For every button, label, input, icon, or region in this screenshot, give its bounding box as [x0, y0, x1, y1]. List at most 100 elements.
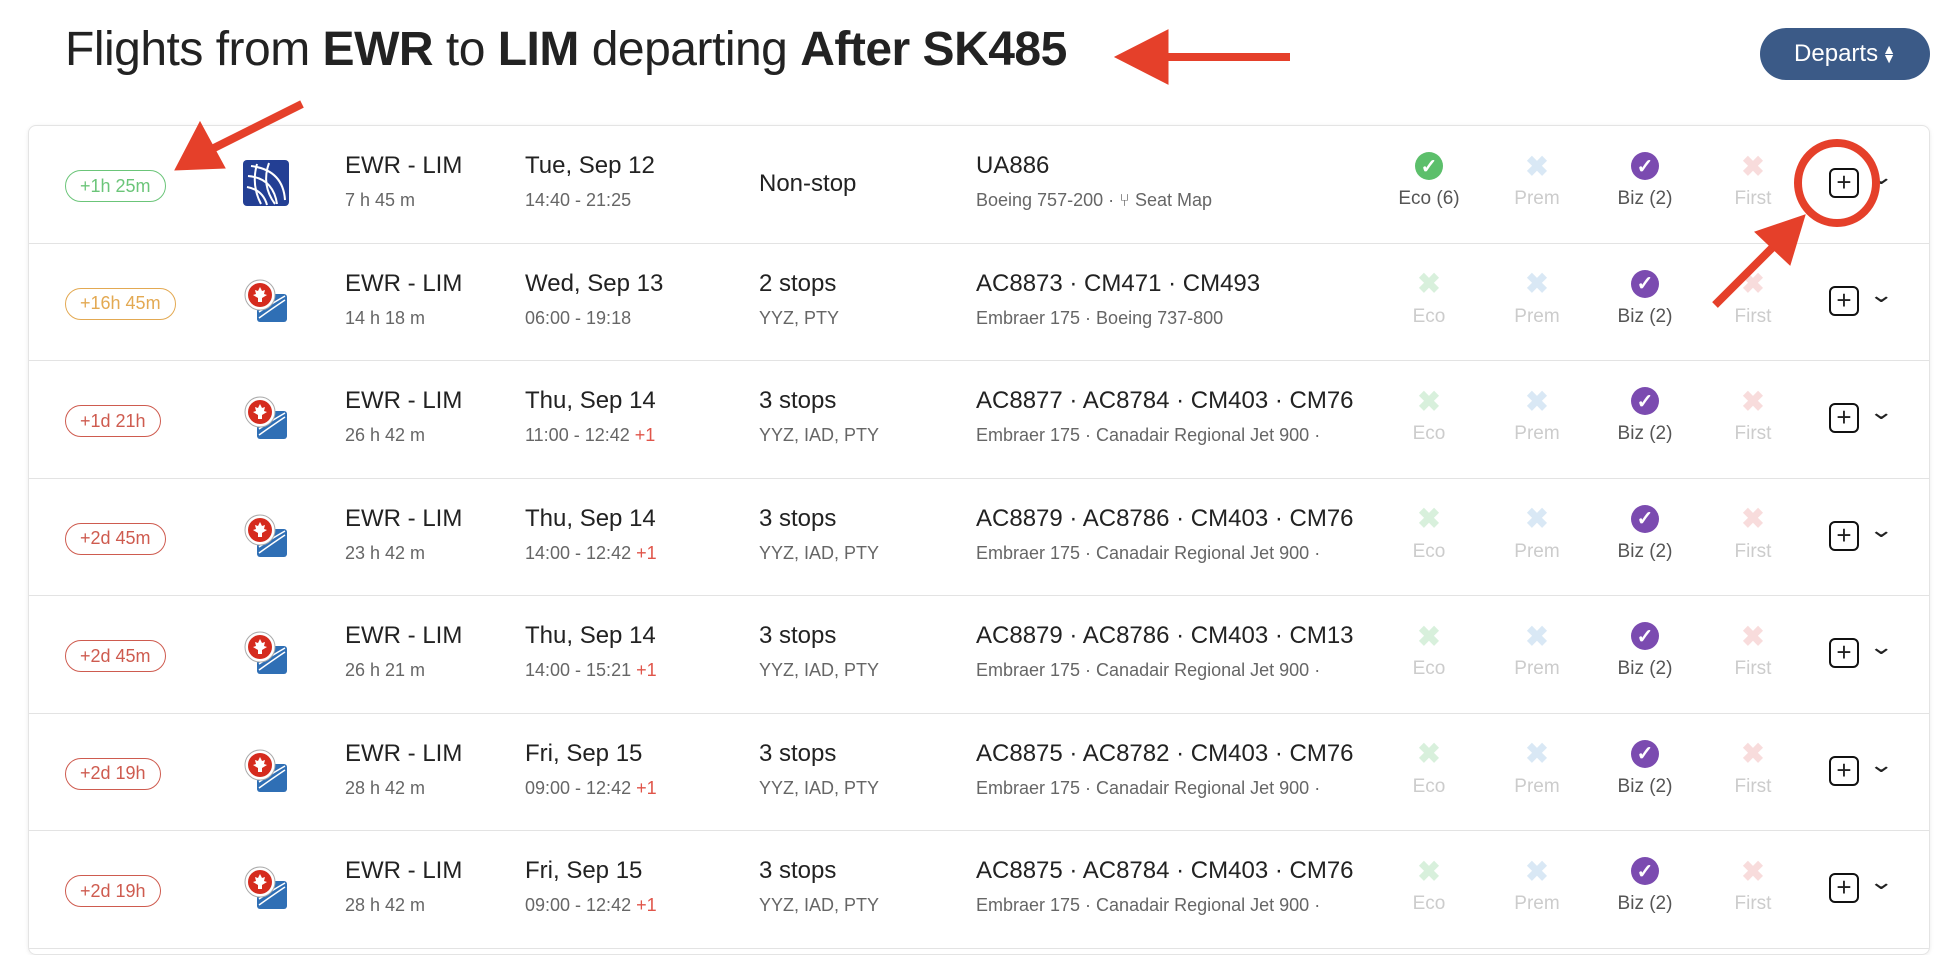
seat-map-link[interactable]: ⑂ Seat Map [1119, 190, 1212, 210]
aircraft: Boeing 757-200 · [976, 190, 1115, 210]
cabin-premium: ✖ Prem [1514, 620, 1560, 680]
add-flight-plus-icon[interactable]: + [1829, 520, 1859, 551]
aircanada-logo [243, 630, 289, 676]
flight-numbers: AC8873 · CM471 · CM493 [976, 269, 1261, 297]
add-flight-plus-icon[interactable]: + [1829, 755, 1859, 786]
aircanada-logo [243, 278, 289, 324]
time-difference-badge: +2d 45m [65, 522, 166, 555]
cabin-first: ✖ First [1734, 738, 1772, 797]
cabin-economy: ✖ Eco [1412, 620, 1446, 680]
times: 14:40 - 21:25 [525, 190, 632, 210]
departure-date: Tue, Sep 12 [525, 152, 655, 179]
cabin-economy: ✖ Eco [1412, 268, 1446, 327]
cabin-label: First [1734, 188, 1772, 209]
chevron-down-icon[interactable]: ⌄ [1868, 634, 1894, 660]
aircraft: Embraer 175 · Canadair Regional Jet 900 … [976, 542, 1321, 563]
stops: 3 stops [759, 622, 837, 649]
route: EWR - LIM [345, 857, 463, 884]
united-logo [243, 160, 289, 206]
route-cell: EWR - LIM 28 h 42 m [345, 857, 462, 916]
route: EWR - LIM [345, 504, 463, 532]
title-text: Flights from [65, 23, 323, 76]
cabin-label: Prem [1514, 540, 1560, 562]
sort-departs-button[interactable]: Departs ▲ ▼ [1760, 28, 1930, 80]
date-cell: Fri, Sep 15 09:00 - 12:42 +1 [525, 740, 657, 799]
date-cell: Wed, Sep 13 06:00 - 19:18 [525, 270, 663, 329]
via-airports: YYZ, PTY [759, 307, 840, 328]
title-text: departing [578, 23, 801, 76]
chevron-down-icon[interactable]: ⌄ [1868, 399, 1894, 425]
via-airports: YYZ, IAD, PTY [759, 895, 880, 915]
time-difference-badge: +16h 45m [65, 287, 176, 320]
cabin-label: First [1734, 423, 1772, 444]
add-flight-plus-icon[interactable]: + [1829, 285, 1859, 316]
times: 11:00 - 12:42 [525, 425, 635, 445]
stops: Non-stop [759, 170, 857, 197]
add-flight-plus-icon[interactable]: + [1829, 873, 1859, 903]
departure-date: Thu, Sep 14 [525, 622, 656, 649]
departure-date: Wed, Sep 13 [525, 269, 664, 297]
add-flight-plus-icon[interactable]: + [1829, 403, 1859, 433]
chevron-down-icon[interactable]: ⌄ [1868, 164, 1894, 190]
flight-row[interactable]: +1d 21h EWR - LIM 26 h 42 m Thu, Sep 14 11… [29, 361, 1929, 479]
aircraft: Embraer 175 · Canadair Regional Jet 900 … [976, 895, 1321, 915]
cabin-label: Eco [1412, 540, 1446, 562]
departure-date: Thu, Sep 14 [525, 387, 656, 414]
times: 14:00 - 12:42 [525, 542, 637, 563]
time-difference-badge: +2d 45m [65, 640, 166, 672]
duration: 28 h 42 m [345, 777, 426, 798]
chevron-down-icon[interactable]: ⌄ [1868, 869, 1894, 895]
flight-row[interactable]: +2d 19h EWR - LIM 28 h 42 m Fri, Sep 15 09… [29, 714, 1929, 831]
flights-cell: AC8879 · AC8786 · CM403 · CM76 Embraer 17… [976, 505, 1404, 564]
title-destination: LIM [497, 23, 580, 76]
via-airports: YYZ, IAD, PTY [759, 660, 880, 680]
time-difference-badge: +1d 21h [65, 405, 161, 437]
plus-day: +1 [636, 660, 657, 680]
flights-cell: UA886 Boeing 757-200 · ⑂ Seat Map [976, 152, 1404, 211]
cabin-premium: ✖ Prem [1514, 150, 1560, 210]
cabin-label: Biz (2) [1617, 188, 1673, 209]
flight-row[interactable]: +1h 25m EWR - LIM 7 h 45 m Tue, Sep 12 14:… [29, 126, 1929, 244]
route-cell: EWR - LIM 14 h 18 m [345, 270, 462, 329]
departure-date: Thu, Sep 14 [525, 504, 656, 532]
route-cell: EWR - LIM 26 h 42 m [345, 387, 462, 446]
cabin-label: Prem [1514, 423, 1560, 444]
via-airports: YYZ, IAD, PTY [759, 542, 880, 563]
aircraft: Embraer 175 · Canadair Regional Jet 900 … [976, 660, 1321, 680]
cabin-economy: ✖ Eco [1412, 738, 1446, 797]
date-cell: Thu, Sep 14 11:00 - 12:42 +1 [525, 387, 656, 446]
cabin-first: ✖ First [1734, 620, 1772, 680]
add-flight-plus-icon[interactable]: + [1829, 638, 1859, 668]
times: 14:00 - 15:21 [525, 660, 637, 680]
plus-day: +1 [634, 425, 656, 445]
flight-numbers: AC8877 · AC8784 · CM403 · CM76 [976, 387, 1354, 414]
stops-cell: 3 stops YYZ, IAD, PTY [759, 387, 879, 446]
cabin-label: Eco [1412, 423, 1446, 444]
flight-row[interactable]: +2d 19h EWR - LIM 28 h 42 m Fri, Sep 15 09… [29, 831, 1929, 949]
cabin-business: ✓ Biz (2) [1595, 387, 1695, 445]
add-flight-plus-icon[interactable]: + [1829, 168, 1859, 198]
flight-row[interactable]: +2d 45m EWR - LIM 23 h 42 m Thu, Sep 14 14… [29, 479, 1929, 596]
chevron-down-icon[interactable]: ⌄ [1868, 517, 1894, 543]
flight-row[interactable]: +2d 45m EWR - LIM 26 h 21 m Thu, Sep 14 14… [29, 596, 1929, 714]
cabin-business: ✓ Biz (2) [1595, 622, 1695, 680]
cabin-label: Biz (2) [1617, 893, 1673, 914]
route-cell: EWR - LIM 7 h 45 m [345, 152, 462, 211]
arrow-head [1113, 29, 1169, 85]
cabin-first: ✖ First [1734, 503, 1772, 562]
duration: 14 h 18 m [345, 307, 426, 328]
cabin-business: ✓ Biz (2) [1595, 504, 1695, 563]
cabin-label: Biz (2) [1617, 775, 1673, 797]
cabin-first: ✖ First [1734, 268, 1772, 327]
flight-row[interactable]: +16h 45m EWR - LIM 14 h 18 m Wed, Sep 13 0… [29, 244, 1929, 361]
chevron-down-icon[interactable]: ⌄ [1868, 752, 1894, 778]
cabin-first: ✖ First [1734, 855, 1772, 915]
chevron-down-icon[interactable]: ⌄ [1868, 282, 1894, 308]
route: EWR - LIM [345, 387, 463, 414]
cabin-label: Biz (2) [1617, 305, 1673, 327]
flight-results-list: +1h 25m EWR - LIM 7 h 45 m Tue, Sep 12 14:… [28, 125, 1930, 955]
route-cell: EWR - LIM 26 h 21 m [345, 622, 462, 681]
cabin-first: ✖ First [1734, 150, 1772, 210]
cabin-label: Eco [1412, 775, 1446, 797]
page-title: Flights from EWR to LIM departing After … [65, 22, 1067, 77]
